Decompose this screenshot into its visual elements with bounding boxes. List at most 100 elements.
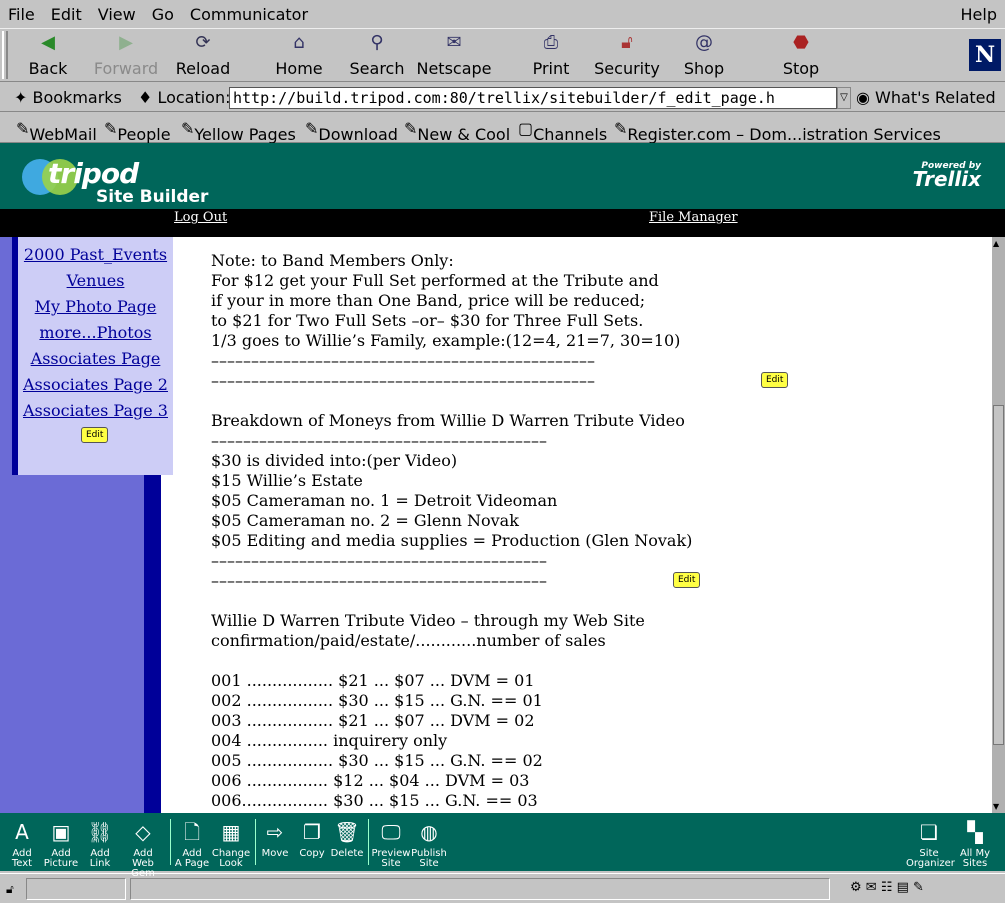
menu-go[interactable]: Go	[144, 5, 182, 24]
forward-button[interactable]: ▶ Forward	[88, 31, 164, 78]
logout-link[interactable]: Log Out	[174, 210, 227, 225]
sales-line: 003 ................. $21 ... $07 ... DV…	[211, 711, 535, 730]
url-dropdown-icon[interactable]: ▽	[837, 87, 851, 109]
site-builder-toolbar: A Add Text ▣ Add Picture ⛓ Add Link ◇ Add Web Ge…	[0, 813, 1005, 879]
bookmarks-button[interactable]: ✦ Bookmarks	[14, 88, 122, 107]
vertical-scrollbar[interactable]: ▲ ▼	[992, 237, 1005, 813]
location-bar: ✦ Bookmarks ♦ Location: http://build.tri…	[0, 82, 1005, 112]
scrollbar-thumb[interactable]	[993, 405, 1004, 745]
status-field	[130, 878, 830, 900]
menu-bar: File Edit View Go Communicator Help	[0, 0, 1005, 28]
scroll-up-icon[interactable]: ▲	[993, 239, 999, 248]
mail-icon[interactable]: ✉	[866, 880, 881, 895]
link-channels[interactable]: ▢ Channels	[518, 119, 607, 144]
add-link-button[interactable]: ⛓ Add Link	[78, 819, 122, 869]
sales-line: 005 ................. $30 ... $15 ... G.…	[211, 751, 543, 770]
add-picture-button[interactable]: ▣ Add Picture	[39, 819, 83, 869]
search-icon: ⚲	[370, 32, 384, 53]
nav-link-associates[interactable]: Associates Page	[18, 346, 173, 372]
link-webmail[interactable]: ✎ WebMail	[16, 119, 97, 144]
location-icon: ♦	[138, 88, 158, 107]
add-page-icon: 🗋︎	[183, 820, 201, 844]
stop-button[interactable]: ⬣ Stop	[763, 31, 839, 78]
netscape-button[interactable]: ✉ Netscape	[416, 31, 492, 78]
menu-help[interactable]: Help	[953, 5, 1005, 24]
add-text-button[interactable]: A Add Text	[0, 819, 44, 869]
home-button[interactable]: ⌂ Home	[261, 31, 337, 78]
security-button[interactable]: 🔓︎ Security	[589, 31, 665, 78]
divider-line: ––––––––––––––––––––––––––––––––––––––––…	[211, 551, 547, 570]
text-line: $05 Editing and media supplies = Product…	[211, 531, 693, 550]
back-button[interactable]: ◀ Back	[10, 31, 86, 78]
page-content[interactable]: 2000 Past_Events Venues My Photo Page mo…	[0, 237, 992, 813]
add-picture-icon: ▣	[51, 820, 71, 844]
netscape-logo-icon[interactable]: N	[969, 39, 1001, 71]
nav-links: 2000 Past_Events Venues My Photo Page mo…	[18, 242, 173, 424]
menu-view[interactable]: View	[90, 5, 144, 24]
nav-link-venues[interactable]: Venues	[18, 268, 173, 294]
sales-line: 001 ................. $21 ... $07 ... DV…	[211, 671, 535, 690]
all-my-sites-button[interactable]: ▚ All My Sites	[953, 819, 997, 869]
organizer-icon: ❏	[920, 820, 938, 844]
site-builder-menu: Log Out File Manager	[0, 209, 1005, 237]
navigator-icon[interactable]: ⚙	[850, 880, 866, 895]
personal-toolbar: ✎ WebMail ✎ People ✎ Yellow Pages ✎ Down…	[0, 113, 1005, 144]
change-look-icon: ▦	[221, 820, 241, 844]
print-button[interactable]: ⎙ Print	[513, 31, 589, 78]
grid-icon: ▚	[967, 820, 983, 844]
reload-button[interactable]: ⟳ Reload	[165, 31, 241, 78]
nav-link-photo-page[interactable]: My Photo Page	[18, 294, 173, 320]
gem-icon: ◇	[135, 820, 151, 844]
search-button[interactable]: ⚲ Search	[339, 31, 415, 78]
menu-edit[interactable]: Edit	[43, 5, 90, 24]
link-download[interactable]: ✎ Download	[305, 119, 398, 144]
site-organizer-button[interactable]: ❏ Site Organizer	[906, 819, 955, 869]
nav-link-more-photos[interactable]: more...Photos	[18, 320, 173, 346]
sales-line: 002 ................. $30 ... $15 ... G.…	[211, 691, 543, 710]
toolbar-grip[interactable]	[2, 31, 8, 79]
nav-link-associates-3[interactable]: Associates Page 3	[18, 398, 173, 424]
progress-field	[26, 878, 126, 900]
divider-line: ––––––––––––––––––––––––––––––––––––––––…	[211, 351, 595, 370]
nav-link-past-events[interactable]: 2000 Past_Events	[18, 242, 173, 268]
add-link-icon: ⛓	[87, 820, 113, 844]
delete-button[interactable]: 🗑︎ Delete	[325, 819, 369, 859]
add-page-button[interactable]: 🗋︎ Add A Page	[170, 819, 214, 869]
forward-icon: ▶	[119, 32, 133, 53]
menu-file[interactable]: File	[0, 5, 43, 24]
security-lock-icon[interactable]: 🔓︎	[6, 882, 14, 897]
edit-pen-icon[interactable]: ✎	[913, 880, 924, 895]
edit-button-2[interactable]: Edit	[673, 572, 701, 588]
discussion-icon[interactable]: ☷	[881, 880, 897, 895]
status-bar: 🔓︎ ⚙ ✉ ☷ ▤ ✎	[0, 873, 1005, 903]
change-look-button[interactable]: ▦ Change Look	[209, 819, 253, 869]
scroll-down-icon[interactable]: ▼	[993, 802, 999, 811]
component-bar: ⚙ ✉ ☷ ▤ ✎	[850, 880, 924, 895]
nav-edit-button[interactable]: Edit	[81, 427, 109, 443]
text-line: Note: to Band Members Only:	[211, 251, 454, 270]
back-icon: ◀	[41, 32, 55, 53]
lock-icon: 🔓︎	[621, 32, 633, 53]
reload-icon: ⟳	[195, 32, 211, 53]
link-yellow-pages[interactable]: ✎ Yellow Pages	[181, 119, 296, 144]
text-line: if your in more than One Band, price wil…	[211, 291, 646, 310]
sales-line: 006................. $30 ... $15 ... G.N…	[211, 791, 538, 810]
whats-related-button[interactable]: ◉ What's Related	[856, 88, 996, 107]
composer-icon[interactable]: ▤	[897, 880, 913, 895]
menu-communicator[interactable]: Communicator	[182, 5, 316, 24]
nav-link-associates-2[interactable]: Associates Page 2	[18, 372, 173, 398]
file-manager-link[interactable]: File Manager	[649, 210, 738, 225]
trash-icon: 🗑︎	[334, 820, 360, 844]
text-line: $30 is divided into:(per Video)	[211, 451, 458, 470]
publish-site-button[interactable]: ◍ Publish Site	[407, 819, 451, 869]
trellix-logo: Powered by Trellix	[912, 161, 981, 191]
shop-button[interactable]: @ Shop	[666, 31, 742, 78]
add-web-gem-button[interactable]: ◇ Add Web Gem	[121, 819, 165, 879]
text-line	[211, 651, 931, 671]
link-register[interactable]: ✎ Register.com – Dom...istration Service…	[614, 119, 941, 144]
related-icon: ◉	[856, 88, 876, 107]
link-new-cool[interactable]: ✎ New & Cool	[404, 119, 510, 144]
link-people[interactable]: ✎ People	[104, 119, 171, 144]
url-input[interactable]: http://build.tripod.com:80/trellix/siteb…	[229, 87, 837, 109]
edit-button-1[interactable]: Edit	[761, 372, 789, 388]
